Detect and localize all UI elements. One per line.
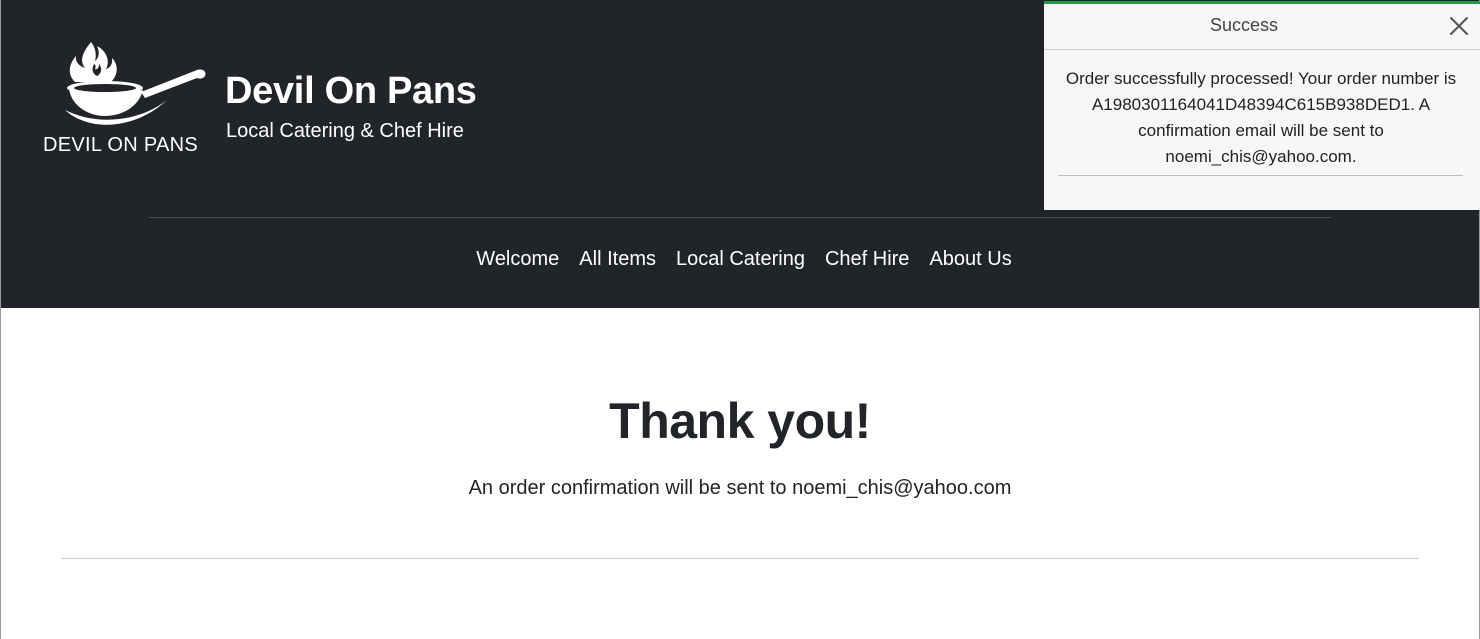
thank-you-heading: Thank you! — [609, 393, 871, 449]
success-toast: Success Order successfully processed! Yo… — [1044, 1, 1480, 210]
header-divider — [149, 217, 1331, 218]
toast-title: Success — [1209, 15, 1279, 35]
brand-logo[interactable]: DEVIL ON PANS — [39, 34, 213, 158]
nav-link-chef-hire[interactable]: Chef Hire — [825, 248, 909, 271]
brand-subtitle: Local Catering & Chef Hire — [226, 120, 464, 142]
toast-message: Order successfully processed! Your order… — [1065, 69, 1457, 166]
nav-link-all-items[interactable]: All Items — [579, 248, 656, 271]
confirmation-message: An order confirmation will be sent to no… — [468, 477, 1012, 499]
nav-link-about-us[interactable]: About Us — [929, 248, 1011, 271]
flaming-pan-icon — [65, 42, 206, 125]
toast-header: Success — [1044, 4, 1480, 50]
content-divider — [61, 558, 1419, 559]
brand-title[interactable]: Devil On Pans — [225, 70, 477, 113]
toast-divider — [1058, 175, 1463, 176]
logo-wordmark: DEVIL ON PANS — [43, 134, 199, 156]
nav-link-local-catering[interactable]: Local Catering — [676, 248, 805, 271]
main-nav: Welcome All Items Local Catering Chef Hi… — [1, 248, 1479, 271]
close-icon[interactable] — [1448, 15, 1470, 37]
nav-link-welcome[interactable]: Welcome — [476, 248, 559, 271]
